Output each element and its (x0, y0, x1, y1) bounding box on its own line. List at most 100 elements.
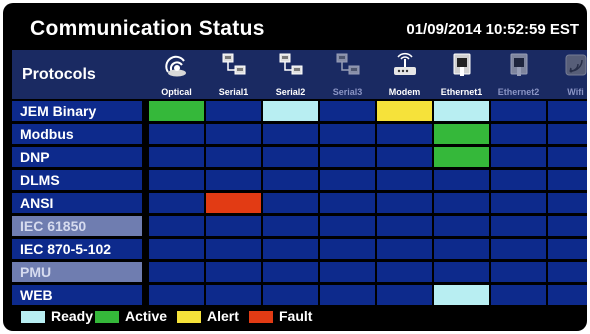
column-header-serial1: Serial1 (206, 50, 261, 99)
status-cell (377, 101, 432, 121)
status-cell (263, 285, 318, 305)
status-cell (548, 170, 587, 190)
legend-label: Ready (51, 308, 94, 324)
column-label: Serial3 (332, 87, 363, 97)
protocol-row: ANSI (12, 193, 587, 213)
ethernet-icon (505, 52, 533, 78)
status-cell (320, 262, 375, 282)
status-cell (491, 193, 546, 213)
protocol-name: PMU (12, 262, 142, 282)
status-cell (206, 216, 261, 236)
status-cell (149, 239, 204, 259)
status-cell (206, 239, 261, 259)
protocol-row: Modbus (12, 124, 587, 144)
protocols-header: Protocols (22, 66, 96, 83)
status-cell (263, 170, 318, 190)
communication-status-screen: Communication Status 01/09/2014 10:52:59… (3, 3, 587, 331)
legend-label: Alert (207, 308, 239, 324)
status-cell (491, 216, 546, 236)
status-cell (377, 124, 432, 144)
status-cell (377, 147, 432, 167)
status-cell (491, 124, 546, 144)
wifi-icon (562, 52, 588, 78)
protocol-row: WEB (12, 285, 587, 305)
status-cell (263, 262, 318, 282)
status-cell (377, 285, 432, 305)
status-cell (320, 147, 375, 167)
status-cell (149, 216, 204, 236)
status-grid: Protocols Optical Serial1 Serial2 Serial3 Mo… (12, 50, 587, 305)
column-header-ethernet1: Ethernet1 (434, 50, 489, 99)
column-header-modem: Modem (377, 50, 432, 99)
status-cell (434, 193, 489, 213)
status-cell (434, 101, 489, 121)
datetime-display: 01/09/2014 10:52:59 EST (406, 21, 579, 38)
status-cell (206, 285, 261, 305)
status-cell (377, 193, 432, 213)
status-cell (320, 216, 375, 236)
status-cell (149, 262, 204, 282)
status-cell (206, 170, 261, 190)
status-cell (320, 170, 375, 190)
status-cell (263, 216, 318, 236)
protocol-name: IEC 61850 (12, 216, 142, 236)
status-cell (320, 239, 375, 259)
legend-swatch (21, 311, 45, 323)
status-cell (206, 101, 261, 121)
status-cell (548, 285, 587, 305)
protocol-row: PMU (12, 262, 587, 282)
column-header-serial3: Serial3 (320, 50, 375, 99)
status-cell (149, 193, 204, 213)
status-cell (377, 239, 432, 259)
status-cell (491, 101, 546, 121)
legend-swatch (177, 311, 201, 323)
status-cell (491, 147, 546, 167)
protocol-name: JEM Binary (12, 101, 142, 121)
column-header-wifi: Wifi (548, 50, 587, 99)
status-legend: Ready Active Alert Fault (3, 303, 587, 331)
status-cell (263, 193, 318, 213)
protocol-name: Modbus (12, 124, 142, 144)
status-cell (434, 262, 489, 282)
status-cell (548, 101, 587, 121)
status-cell (548, 193, 587, 213)
status-cell (434, 147, 489, 167)
status-cell (548, 216, 587, 236)
status-cell (149, 170, 204, 190)
protocol-row: IEC 61850 (12, 216, 587, 236)
status-cell (548, 262, 587, 282)
serial-port-icon (334, 52, 362, 78)
status-cell (377, 170, 432, 190)
protocol-row: DNP (12, 147, 587, 167)
status-cell (491, 285, 546, 305)
status-cell (491, 262, 546, 282)
status-cell (434, 170, 489, 190)
page-title: Communication Status (30, 17, 265, 40)
legend-swatch (95, 311, 119, 323)
status-cell (149, 101, 204, 121)
column-label: Optical (161, 87, 192, 97)
status-cell (263, 124, 318, 144)
status-cell (548, 239, 587, 259)
status-cell (263, 147, 318, 167)
legend-swatch (249, 311, 273, 323)
status-cell (434, 285, 489, 305)
column-header-optical: Optical (149, 50, 204, 99)
status-cell (320, 193, 375, 213)
column-label: Wifi (567, 87, 584, 97)
serial-port-icon (220, 52, 248, 78)
status-cell (434, 216, 489, 236)
protocol-row: DLMS (12, 170, 587, 190)
status-cell (491, 239, 546, 259)
modem-icon (391, 52, 419, 78)
column-label: Ethernet1 (440, 87, 483, 97)
column-header-row: Protocols Optical Serial1 Serial2 Serial3 Mo… (12, 50, 587, 99)
status-cell (434, 124, 489, 144)
status-cell (149, 124, 204, 144)
column-header-ethernet2: Ethernet2 (491, 50, 546, 99)
protocol-row: IEC 870-5-102 (12, 239, 587, 259)
status-cell (206, 262, 261, 282)
protocol-name: WEB (12, 285, 142, 305)
status-cell (320, 285, 375, 305)
status-cell (263, 239, 318, 259)
